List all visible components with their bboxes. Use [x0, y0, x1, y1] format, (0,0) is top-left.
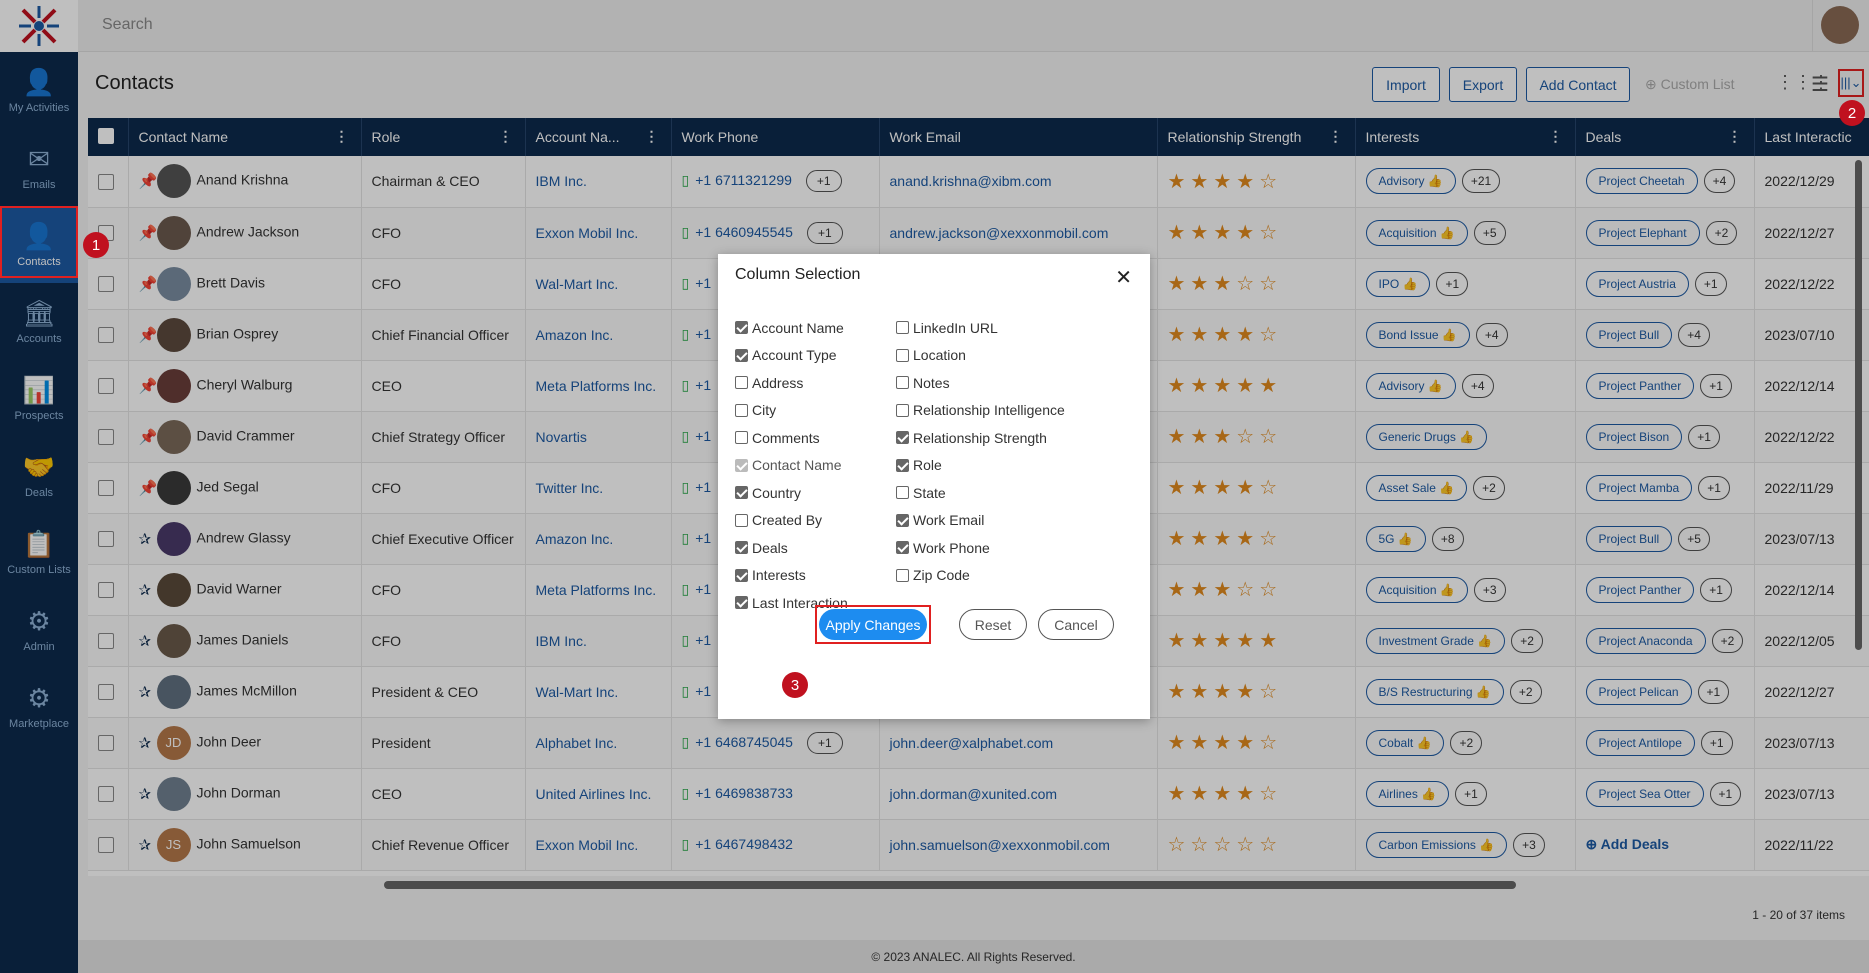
- column-option-zip-code[interactable]: Zip Code: [896, 562, 1065, 590]
- column-option-state[interactable]: State: [896, 479, 1065, 507]
- option-label: State: [913, 484, 946, 501]
- column-selection-dialog: Column Selection ✕ Account Name Account T…: [718, 254, 1150, 719]
- option-label: Deals: [752, 539, 788, 556]
- checkbox[interactable]: [735, 486, 748, 500]
- option-label: Interests: [752, 567, 806, 584]
- option-label: Created By: [752, 512, 823, 529]
- checkbox[interactable]: [735, 321, 748, 335]
- option-label: City: [752, 402, 777, 419]
- checkbox: [735, 458, 748, 472]
- option-label: LinkedIn URL: [913, 319, 998, 336]
- column-option-location[interactable]: Location: [896, 342, 1065, 370]
- column-option-account-name[interactable]: Account Name: [735, 314, 848, 342]
- dialog-title: Column Selection: [735, 266, 861, 283]
- option-label: Role: [913, 457, 942, 474]
- checkbox[interactable]: [735, 376, 748, 390]
- checkbox[interactable]: [735, 513, 748, 527]
- checkbox[interactable]: [896, 403, 909, 417]
- option-label: Country: [752, 484, 802, 501]
- checkbox[interactable]: [735, 541, 748, 555]
- checkbox[interactable]: [896, 513, 909, 527]
- column-option-role[interactable]: Role: [896, 452, 1065, 480]
- column-option-linkedin-url[interactable]: LinkedIn URL: [896, 314, 1065, 342]
- step-marker-3: 3: [782, 672, 808, 698]
- column-option-created-by[interactable]: Created By: [735, 507, 848, 535]
- column-option-notes[interactable]: Notes: [896, 369, 1065, 397]
- option-label: Comments: [752, 429, 820, 446]
- checkbox[interactable]: [735, 348, 748, 362]
- option-label: Account Type: [752, 347, 837, 364]
- close-icon[interactable]: ✕: [1115, 265, 1132, 290]
- column-option-city[interactable]: City: [735, 397, 848, 425]
- checkbox[interactable]: [896, 568, 909, 582]
- option-label: Account Name: [752, 319, 844, 336]
- column-option-country[interactable]: Country: [735, 479, 848, 507]
- checkbox[interactable]: [896, 458, 909, 472]
- column-option-relationship-strength[interactable]: Relationship Strength: [896, 424, 1065, 452]
- option-label: Relationship Intelligence: [913, 402, 1065, 419]
- column-options-left: Account Name Account Type Address City Comme…: [735, 314, 848, 617]
- option-label: Zip Code: [913, 567, 970, 584]
- step-marker-1: 1: [83, 232, 109, 258]
- column-option-deals[interactable]: Deals: [735, 534, 848, 562]
- column-option-address[interactable]: Address: [735, 369, 848, 397]
- checkbox[interactable]: [896, 541, 909, 555]
- checkbox[interactable]: [735, 596, 748, 610]
- option-label: Address: [752, 374, 804, 391]
- option-label: Notes: [913, 374, 950, 391]
- column-option-contact-name[interactable]: Contact Name: [735, 452, 848, 480]
- checkbox[interactable]: [735, 431, 748, 445]
- column-option-relationship-intelligence[interactable]: Relationship Intelligence: [896, 397, 1065, 425]
- step-marker-2: 2: [1839, 100, 1865, 126]
- column-option-comments[interactable]: Comments: [735, 424, 848, 452]
- apply-highlight-box: [815, 605, 931, 644]
- column-options-right: LinkedIn URL Location Notes Relationship In…: [896, 314, 1065, 589]
- column-option-interests[interactable]: Interests: [735, 562, 848, 590]
- option-label: Work Email: [913, 512, 985, 529]
- column-option-account-type[interactable]: Account Type: [735, 342, 848, 370]
- checkbox[interactable]: [896, 486, 909, 500]
- checkbox[interactable]: [735, 403, 748, 417]
- reset-button[interactable]: Reset: [959, 609, 1027, 640]
- option-label: Contact Name: [752, 457, 842, 474]
- checkbox[interactable]: [896, 431, 909, 445]
- column-option-work-phone[interactable]: Work Phone: [896, 534, 1065, 562]
- checkbox[interactable]: [896, 348, 909, 362]
- checkbox[interactable]: [735, 568, 748, 582]
- option-label: Location: [913, 347, 966, 364]
- option-label: Work Phone: [913, 539, 990, 556]
- checkbox[interactable]: [896, 376, 909, 390]
- option-label: Relationship Strength: [913, 429, 1047, 446]
- cancel-button[interactable]: Cancel: [1038, 609, 1114, 640]
- column-option-work-email[interactable]: Work Email: [896, 507, 1065, 535]
- checkbox[interactable]: [896, 321, 909, 335]
- contacts-highlight-box: [0, 206, 78, 278]
